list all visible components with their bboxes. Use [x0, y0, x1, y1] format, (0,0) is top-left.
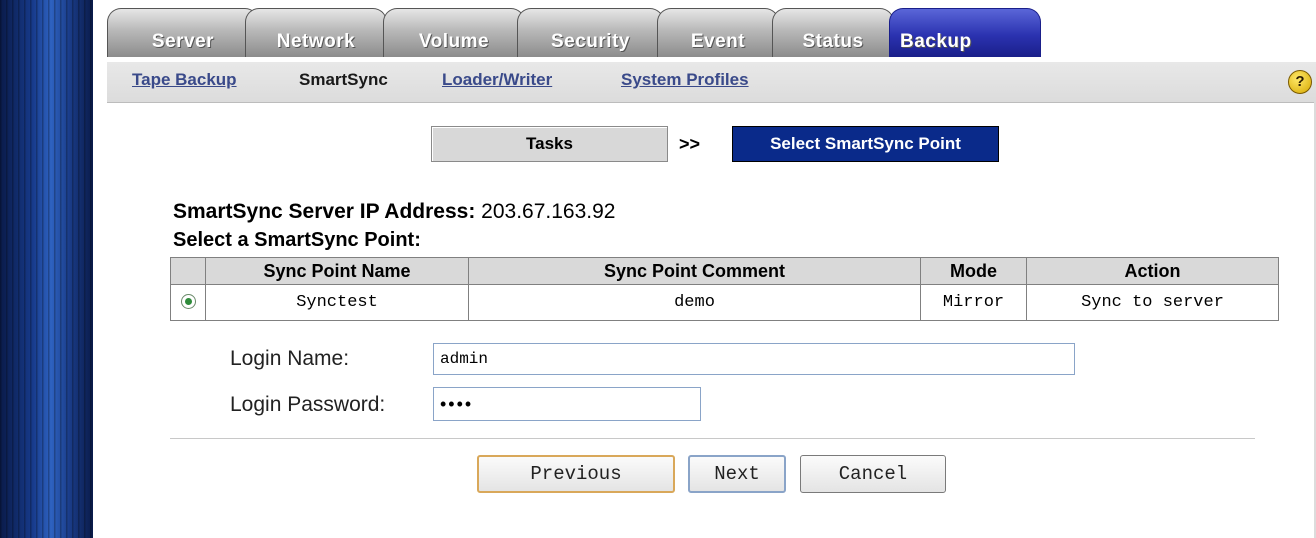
- subnav-system-profiles[interactable]: System Profiles: [621, 70, 749, 90]
- tab-label: Server: [151, 31, 215, 52]
- left-gutter: [93, 0, 107, 538]
- server-ip-label: SmartSync Server IP Address:: [173, 200, 476, 223]
- select-heading: Select a SmartSync Point:: [173, 229, 421, 251]
- radio-selected-icon[interactable]: [180, 294, 196, 310]
- subnav-tape-backup[interactable]: Tape Backup: [132, 70, 237, 90]
- tab-network[interactable]: Network: [245, 8, 387, 57]
- tab-label: Event: [690, 31, 746, 52]
- header-comment: Sync Point Comment: [468, 257, 921, 285]
- subnav-loader-writer[interactable]: Loader/Writer: [442, 70, 552, 90]
- tab-server[interactable]: Server: [107, 8, 259, 57]
- tab-label: Network: [276, 31, 356, 52]
- previous-button[interactable]: Previous: [477, 455, 675, 493]
- row-name: Synctest: [205, 284, 469, 321]
- tab-label: Status: [802, 31, 864, 52]
- tab-volume[interactable]: Volume: [383, 8, 525, 57]
- tab-label: Backup: [900, 31, 972, 52]
- main-tab-bar: Server Network Volume Security Event Sta…: [107, 0, 1316, 62]
- tab-backup[interactable]: Backup: [889, 8, 1041, 57]
- server-ip-value: 203.67.163.92: [481, 200, 616, 223]
- subnav-smartsync[interactable]: SmartSync: [299, 70, 388, 90]
- tab-label: Volume: [418, 31, 490, 52]
- row-select-cell[interactable]: [170, 284, 206, 321]
- login-name-input[interactable]: [433, 343, 1075, 375]
- sync-point-table: Sync Point Name Sync Point Comment Mode …: [170, 257, 1279, 321]
- login-password-label: Login Password:: [230, 393, 386, 416]
- row-mode: Mirror: [920, 284, 1027, 321]
- sub-navigation: Tape Backup SmartSync Loader/Writer Syst…: [107, 62, 1316, 103]
- login-name-label: Login Name:: [230, 347, 350, 370]
- step-current: Select SmartSync Point: [732, 126, 999, 162]
- login-password-input[interactable]: [433, 387, 701, 421]
- header-mode: Mode: [920, 257, 1027, 285]
- row-action: Sync to server: [1026, 284, 1279, 321]
- header-action: Action: [1026, 257, 1279, 285]
- tab-security[interactable]: Security: [517, 8, 664, 57]
- divider: [170, 438, 1255, 439]
- step-tasks-button[interactable]: Tasks: [431, 126, 668, 162]
- help-icon[interactable]: ?: [1288, 70, 1312, 94]
- row-comment: demo: [468, 284, 921, 321]
- left-decorative-bar: [0, 0, 93, 538]
- table-row[interactable]: Synctest demo Mirror Sync to server: [170, 284, 1279, 321]
- server-ip-line: SmartSync Server IP Address: 203.67.163.…: [173, 200, 615, 224]
- header-name: Sync Point Name: [205, 257, 469, 285]
- step-arrow-icon: >>: [679, 134, 701, 154]
- tab-event[interactable]: Event: [657, 8, 779, 57]
- table-header-row: Sync Point Name Sync Point Comment Mode …: [170, 257, 1279, 285]
- cancel-button[interactable]: Cancel: [800, 455, 946, 493]
- tab-label: Security: [551, 31, 630, 52]
- header-select: [170, 257, 206, 285]
- tab-status[interactable]: Status: [772, 8, 894, 57]
- next-button[interactable]: Next: [688, 455, 786, 493]
